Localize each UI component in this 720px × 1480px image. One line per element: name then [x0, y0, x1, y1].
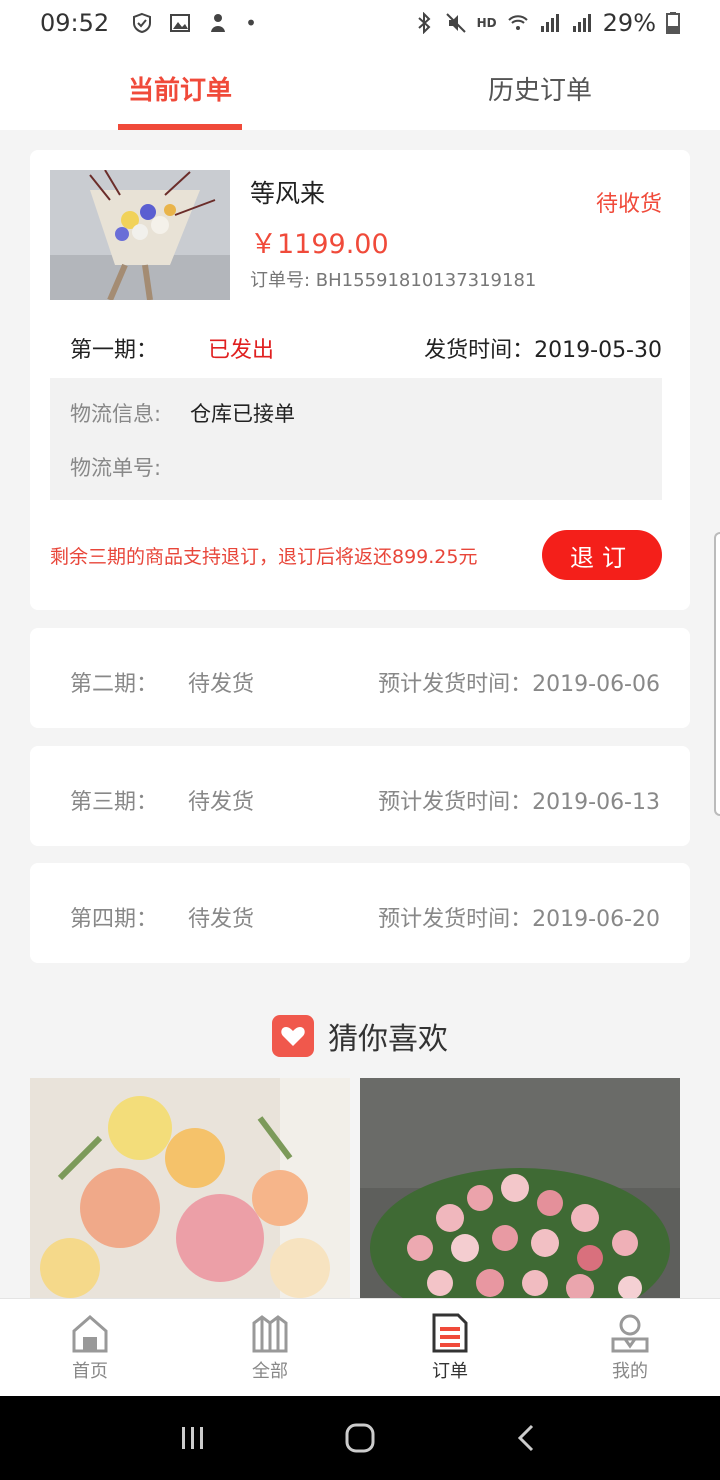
period-label: 第三期：: [70, 790, 159, 815]
back-icon[interactable]: [512, 1423, 542, 1453]
period-label: 第二期：: [70, 672, 159, 697]
battery-percent: 29%: [602, 9, 656, 37]
home-icon: [72, 1314, 108, 1352]
expected-ship-time: 预计发货时间：2019-06-20: [378, 907, 660, 932]
nav-all[interactable]: 全部: [180, 1299, 360, 1396]
nav-home[interactable]: 首页: [0, 1299, 180, 1396]
period-row-1: 第一期： 已发出 发货时间：2019-05-30: [70, 332, 662, 364]
pending-card-2[interactable]: 第二期： 待发货 预计发货时间：2019-06-06: [30, 628, 690, 728]
period-label: 第一期：: [70, 338, 159, 363]
pending-card-3[interactable]: 第三期： 待发货 预计发货时间：2019-06-13: [30, 746, 690, 846]
period-label: 第四期：: [70, 907, 159, 932]
nav-orders[interactable]: 订单: [360, 1299, 540, 1396]
heart-icon: [272, 1015, 314, 1057]
refund-notice: 剩余三期的商品支持退订，退订后将返还899.25元: [50, 546, 478, 568]
order-number: 订单号: BH15591810137319181: [250, 270, 537, 291]
period-state: 已发出: [208, 338, 275, 363]
refund-button[interactable]: 退订: [542, 530, 662, 580]
order-card[interactable]: 等风来 ￥1199.00 订单号: BH15591810137319181 待收…: [30, 150, 690, 610]
order-status: 待收货: [595, 192, 662, 217]
logistics-box: 物流信息: 仓库已接单 物流单号:: [50, 378, 662, 500]
product-name: 等风来: [250, 179, 326, 208]
tab-current-orders[interactable]: 当前订单: [0, 46, 360, 130]
pending-card-4[interactable]: 第四期： 待发货 预计发货时间：2019-06-20: [30, 863, 690, 963]
nav-orders-label: 订单: [432, 1360, 468, 1382]
signal-3g-icon: [540, 14, 559, 32]
battery-icon: [666, 12, 680, 34]
guess-title: 猜你喜欢: [328, 1022, 448, 1057]
shield-icon: [133, 12, 152, 34]
recommend-item-2[interactable]: [360, 1078, 680, 1298]
nav-all-label: 全部: [252, 1360, 288, 1382]
ship-time: 发货时间：2019-05-30: [424, 338, 662, 363]
product-thumbnail[interactable]: [50, 170, 230, 300]
nav-mine-label: 我的: [612, 1360, 648, 1382]
period-state: 待发货: [188, 672, 255, 697]
guess-you-like-header: 猜你喜欢: [0, 1014, 720, 1058]
expected-ship-time: 预计发货时间：2019-06-06: [378, 672, 660, 697]
tab-history-orders[interactable]: 历史订单: [360, 46, 720, 130]
system-nav-bar: [0, 1396, 720, 1480]
user-icon: [611, 1314, 649, 1352]
recent-apps-icon[interactable]: [178, 1423, 208, 1453]
nav-mine[interactable]: 我的: [540, 1299, 720, 1396]
expected-ship-time: 预计发货时间：2019-06-13: [378, 790, 660, 815]
mute-icon: [445, 13, 466, 33]
recommend-item-1[interactable]: [30, 1078, 350, 1298]
logistics-info-label: 物流信息:: [70, 402, 162, 426]
product-price: ￥1199.00: [250, 229, 389, 260]
period-state: 待发货: [188, 790, 255, 815]
order-tabs: 当前订单 历史订单: [0, 46, 720, 130]
status-bar: 09:52 • HD 29%: [0, 0, 720, 46]
nav-home-label: 首页: [72, 1360, 108, 1382]
logistics-no-label: 物流单号:: [70, 456, 162, 480]
scroll-handle[interactable]: [714, 532, 720, 816]
period-state: 待发货: [188, 907, 255, 932]
grid-icon: [252, 1314, 288, 1352]
status-time: 09:52: [40, 9, 110, 37]
gallery-icon: [170, 14, 191, 32]
hd-label: HD: [476, 16, 497, 30]
bluetooth-icon: [417, 12, 431, 34]
signal-4g-icon: [572, 14, 591, 32]
order-document-icon: [432, 1313, 468, 1352]
bottom-nav: 首页 全部 订单 我的: [0, 1298, 720, 1396]
dot-icon: •: [245, 11, 257, 35]
logistics-info-value: 仓库已接单: [190, 402, 295, 426]
app-notification-icon: [211, 14, 226, 32]
wifi-icon: [507, 15, 528, 30]
home-button-icon[interactable]: [344, 1422, 376, 1454]
